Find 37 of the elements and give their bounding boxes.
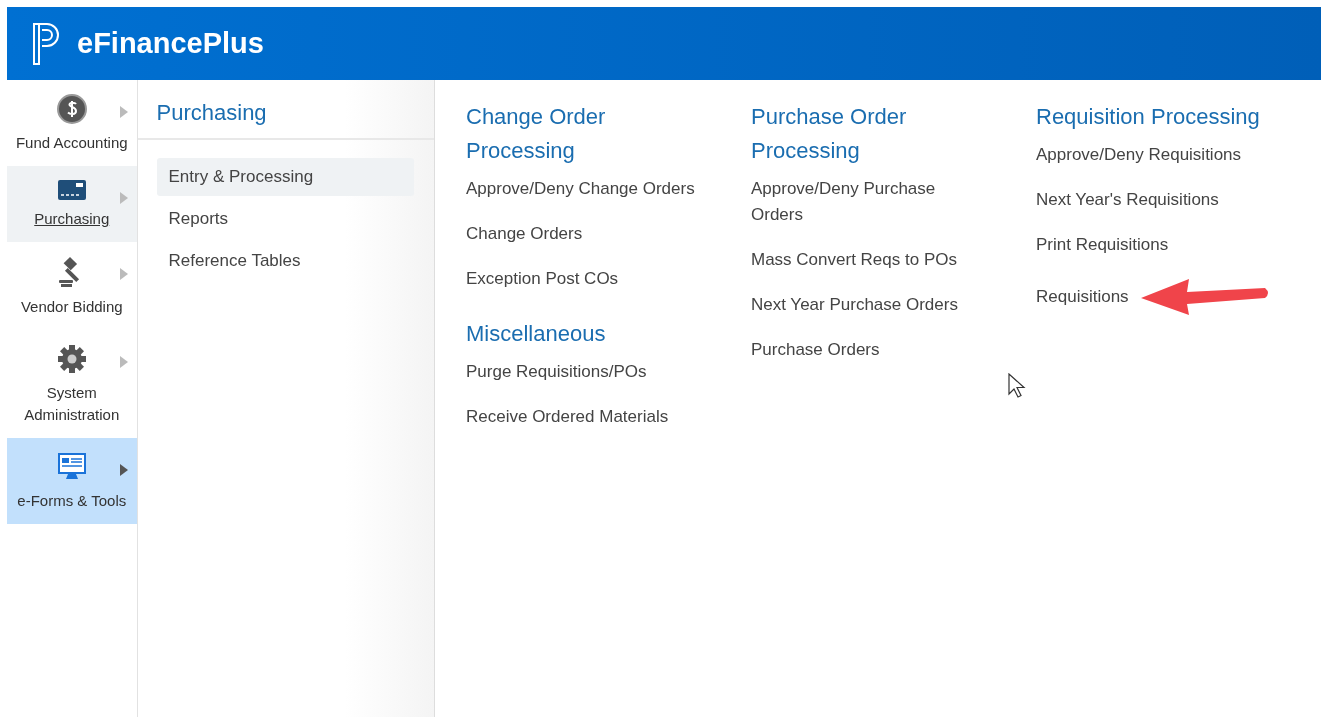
menu-link[interactable]: Receive Ordered Materials bbox=[466, 404, 706, 430]
section-heading: Requisition Processing bbox=[1036, 103, 1261, 131]
menu-link[interactable]: Next Year's Requisitions bbox=[1036, 187, 1276, 213]
menu-link[interactable]: Next Year Purchase Orders bbox=[751, 292, 991, 318]
submenu-item[interactable]: Reports bbox=[156, 200, 414, 238]
menu-link[interactable]: Change Orders bbox=[466, 221, 706, 247]
menu-link[interactable]: Exception Post COs bbox=[466, 266, 706, 292]
monitor-icon bbox=[56, 452, 87, 482]
sidebar-item[interactable]: e-Forms & Tools bbox=[7, 438, 137, 524]
gear-icon bbox=[56, 344, 87, 374]
card-icon bbox=[57, 180, 86, 200]
caret-icon bbox=[119, 268, 128, 280]
menu-link[interactable]: Approve/Deny Requisitions bbox=[1036, 142, 1276, 168]
menu-link[interactable]: Purge Requisitions/POs bbox=[466, 359, 706, 385]
submenu-title: Purchasing bbox=[137, 80, 434, 140]
sidebar-item[interactable]: Purchasing bbox=[7, 166, 137, 242]
sidebar-item[interactable]: Fund Accounting bbox=[7, 80, 137, 166]
menu-link[interactable]: Approve/Deny Purchase Orders bbox=[751, 176, 991, 228]
menu-link[interactable]: Approve/Deny Change Orders bbox=[466, 176, 706, 202]
submenu-item[interactable]: Entry & Processing bbox=[156, 158, 414, 196]
menu-link[interactable]: Print Requisitions bbox=[1036, 232, 1276, 258]
caret-icon bbox=[119, 106, 128, 118]
submenu-item[interactable]: Reference Tables bbox=[156, 242, 414, 280]
menu-link[interactable]: Requisitions bbox=[1036, 284, 1129, 310]
caret-icon bbox=[119, 464, 128, 476]
section-heading: Change Order Processing bbox=[466, 103, 607, 165]
menu-link[interactable]: Purchase Orders bbox=[751, 337, 991, 363]
menu-link[interactable]: Mass Convert Reqs to POs bbox=[751, 247, 991, 273]
section-heading: Purchase Order Processing bbox=[751, 103, 908, 165]
sidebar-item[interactable]: Vendor Bidding bbox=[7, 242, 137, 330]
dollar-coin-icon bbox=[56, 94, 87, 124]
caret-icon bbox=[119, 192, 128, 204]
caret-icon bbox=[119, 356, 128, 368]
app-title: eFinancePlus bbox=[77, 27, 264, 60]
sidebar-item[interactable]: System Administration bbox=[7, 330, 137, 438]
mouse-cursor-icon bbox=[1008, 373, 1026, 399]
section-heading: Miscellaneous bbox=[466, 320, 607, 348]
